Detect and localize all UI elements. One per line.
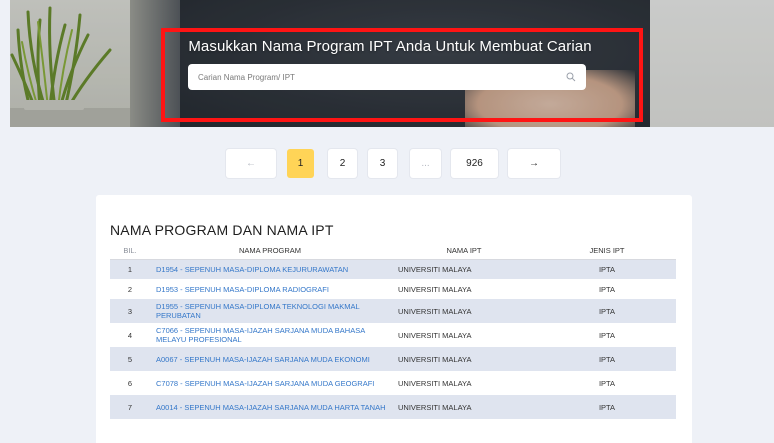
pagination-prev-button[interactable]: ← (226, 149, 276, 178)
cell-bil: 7 (110, 395, 150, 419)
cell-ipt: UNIVERSITI MALAYA (390, 259, 538, 279)
cell-bil: 1 (110, 259, 150, 279)
program-table: BIL. NAMA PROGRAM NAMA IPT JENIS IPT 1 D… (110, 243, 676, 419)
cell-jenis: IPTA (538, 259, 676, 279)
table-row: 2 D1953 - SEPENUH MASA-DIPLOMA RADIOGRAF… (110, 279, 676, 299)
program-link[interactable]: D1953 - SEPENUH MASA-DIPLOMA RADIOGRAFI (150, 279, 390, 299)
pagination-page-1[interactable]: 1 (287, 149, 314, 178)
pagination-page-2[interactable]: 2 (328, 149, 357, 178)
cell-jenis: IPTA (598, 284, 616, 294)
cell-jenis: IPTA (598, 330, 616, 340)
cell-ipt: UNIVERSITI MALAYA (398, 330, 472, 340)
program-link[interactable]: C7066 - SEPENUH MASA-IJAZAH SARJANA MUDA… (150, 323, 390, 347)
table-row: 5 A0067 - SEPENUH MASA-IJAZAH SARJANA MU… (110, 347, 676, 371)
cell-jenis: IPTA (598, 378, 616, 388)
highlight-annotation-box (161, 28, 643, 122)
pagination: ← 1 2 3 ... 926 → (0, 149, 774, 179)
cell-jenis: IPTA (538, 299, 676, 323)
program-link[interactable]: D1955 - SEPENUH MASA-DIPLOMA TEKNOLOGI M… (150, 299, 390, 323)
cell-ipt: UNIVERSITI MALAYA (390, 299, 538, 323)
cell-jenis: IPTA (538, 347, 676, 371)
cell-jenis: IPTA (538, 395, 676, 419)
cell-bil: 6 (127, 378, 133, 388)
table-title: NAMA PROGRAM DAN NAMA IPT (110, 222, 334, 238)
header-nama-program: NAMA PROGRAM (150, 243, 390, 260)
table-row: 6 C7078 - SEPENUH MASA-IJAZAH SARJANA MU… (110, 371, 676, 395)
cell-ipt: UNIVERSITI MALAYA (398, 378, 472, 388)
pagination-page-last[interactable]: 926 (451, 149, 498, 178)
table-row: 3 D1955 - SEPENUH MASA-DIPLOMA TEKNOLOGI… (110, 299, 676, 323)
program-table-card: NAMA PROGRAM DAN NAMA IPT BIL. NAMA PROG… (96, 195, 692, 443)
pagination-page-3[interactable]: 3 (368, 149, 397, 178)
cell-ipt: UNIVERSITI MALAYA (390, 395, 538, 419)
program-link[interactable]: A0067 - SEPENUH MASA-IJAZAH SARJANA MUDA… (150, 347, 390, 371)
cell-bil: 4 (127, 330, 133, 340)
header-jenis-ipt: JENIS IPT (538, 243, 676, 260)
cell-bil: 3 (110, 299, 150, 323)
cell-ipt: UNIVERSITI MALAYA (398, 284, 472, 294)
table-row: 4 C7066 - SEPENUH MASA-IJAZAH SARJANA MU… (110, 323, 676, 347)
pagination-next-button[interactable]: → (508, 149, 560, 178)
program-link[interactable]: D1954 - SEPENUH MASA-DIPLOMA KEJURURAWAT… (150, 259, 390, 279)
table-header-row: BIL. NAMA PROGRAM NAMA IPT JENIS IPT (110, 243, 676, 260)
cell-bil: 5 (110, 347, 150, 371)
program-link[interactable]: C7078 - SEPENUH MASA-IJAZAH SARJANA MUDA… (150, 371, 390, 395)
cell-ipt: UNIVERSITI MALAYA (390, 347, 538, 371)
header-bil: BIL. (110, 243, 150, 260)
table-row: 1 D1954 - SEPENUH MASA-DIPLOMA KEJURURAW… (110, 259, 676, 279)
header-nama-ipt: NAMA IPT (390, 243, 538, 260)
pagination-ellipsis: ... (410, 149, 441, 178)
cell-bil: 2 (127, 284, 133, 294)
program-link[interactable]: A0014 - SEPENUH MASA-IJAZAH SARJANA MUDA… (150, 395, 390, 419)
table-row: 7 A0014 - SEPENUH MASA-IJAZAH SARJANA MU… (110, 395, 676, 419)
